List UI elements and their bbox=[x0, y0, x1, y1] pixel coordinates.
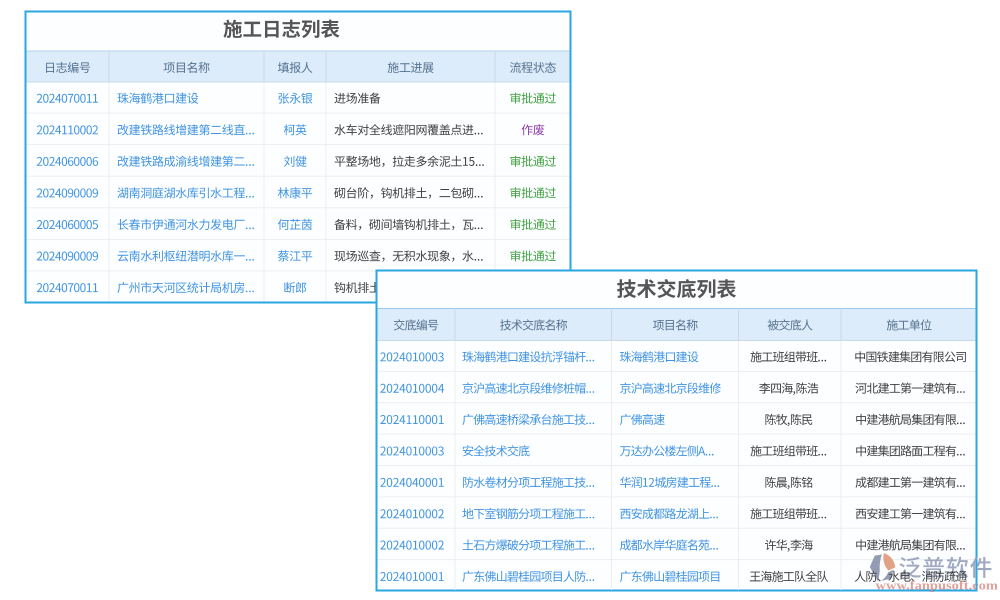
svg-text:www.fanpusoft.com: www.fanpusoft.com bbox=[876, 577, 999, 592]
